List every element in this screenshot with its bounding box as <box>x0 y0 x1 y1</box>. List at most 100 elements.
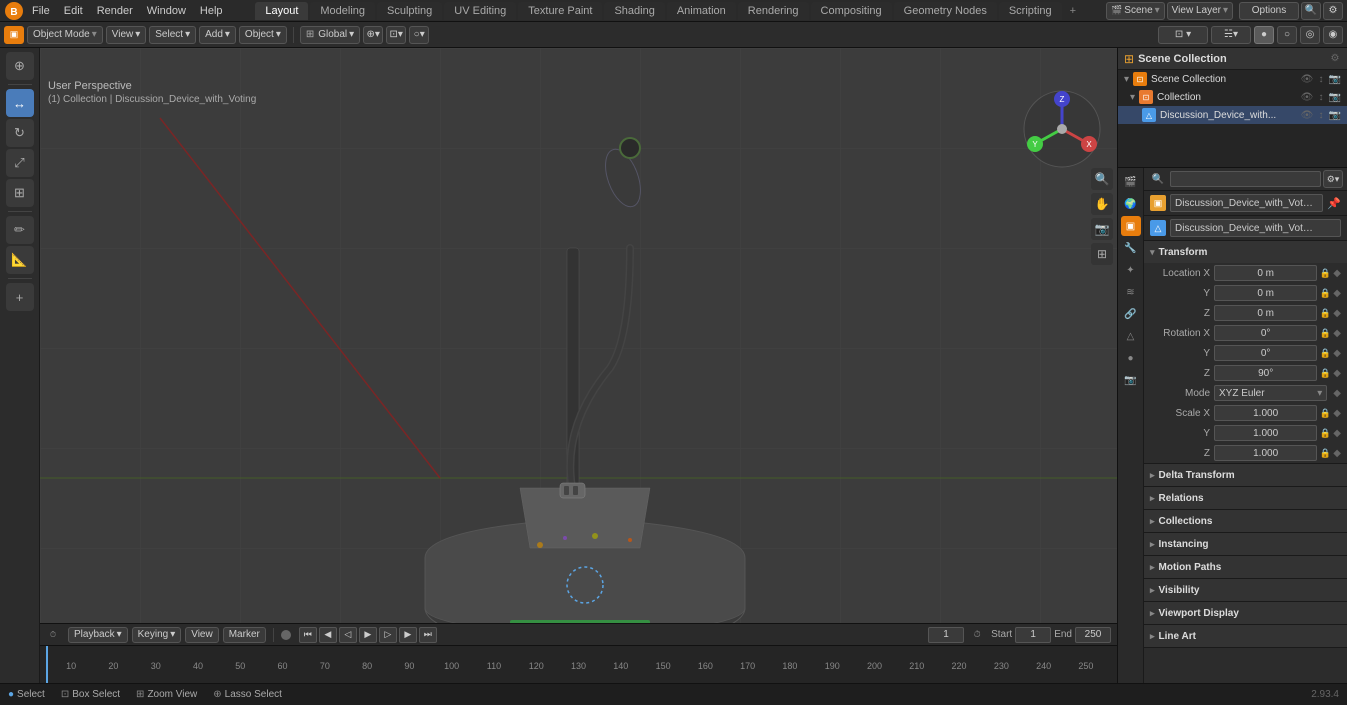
zoom-in-btn[interactable]: 🔍 <box>1091 168 1113 190</box>
tab-rendering[interactable]: Rendering <box>738 2 809 20</box>
lock-y-icon[interactable]: 🔒 <box>1319 287 1331 299</box>
menu-file[interactable]: File <box>26 3 56 19</box>
location-y-input[interactable]: 0 m <box>1214 285 1317 301</box>
visibility-icon-coll[interactable]: 👁 <box>1301 91 1313 103</box>
rotation-anim-x[interactable]: ◆ <box>1333 328 1341 339</box>
scale-tool[interactable]: ⤢ <box>6 149 34 177</box>
line-art-header[interactable]: ▸ Line Art <box>1144 625 1347 647</box>
search-icon-header[interactable]: 🔍 <box>1301 2 1321 20</box>
play-btn[interactable]: ▶ <box>359 627 377 643</box>
rotation-anim-z[interactable]: ◆ <box>1333 368 1341 379</box>
tab-compositing[interactable]: Compositing <box>811 2 892 20</box>
scale-anim-x[interactable]: ◆ <box>1333 408 1341 419</box>
tab-geometry-nodes[interactable]: Geometry Nodes <box>894 2 997 20</box>
visibility-icon[interactable]: 👁 <box>1301 73 1313 85</box>
scene-selector[interactable]: 🎬 Scene ▾ <box>1106 2 1165 20</box>
camera-view-btn[interactable]: 📷 <box>1091 218 1113 240</box>
transform-pivot[interactable]: ⊕▾ <box>363 26 383 44</box>
view-timeline-menu[interactable]: View <box>185 627 219 643</box>
instancing-header[interactable]: ▸ Instancing <box>1144 533 1347 555</box>
relations-header[interactable]: ▸ Relations <box>1144 487 1347 509</box>
options-btn[interactable]: Options <box>1239 2 1299 20</box>
props-tab-particles[interactable]: ✦ <box>1121 260 1141 280</box>
add-object-tool[interactable]: + <box>6 283 34 311</box>
snap-toggle[interactable]: ⊡▾ <box>386 26 406 44</box>
jump-to-start-btn[interactable]: ⏮ <box>299 627 317 643</box>
outliner-mesh-item[interactable]: △ Discussion_Device_with... 👁 ↕ 📷 <box>1118 106 1347 124</box>
cursor-tool[interactable]: ⊕ <box>6 52 34 80</box>
props-search-input[interactable] <box>1170 171 1321 187</box>
lock-x-icon[interactable]: 🔒 <box>1319 267 1331 279</box>
transform-orientation[interactable]: ⊞ Global ▾ <box>300 26 360 44</box>
animate-y-icon[interactable]: ◆ <box>1333 288 1341 299</box>
animate-x-icon[interactable]: ◆ <box>1333 268 1341 279</box>
start-frame-input[interactable]: 1 <box>1015 627 1051 643</box>
scale-lock-y[interactable]: 🔒 <box>1319 427 1331 439</box>
annotate-tool[interactable]: ✏ <box>6 216 34 244</box>
tab-layout[interactable]: Layout <box>255 2 308 20</box>
props-tab-data[interactable]: △ <box>1121 326 1141 346</box>
object-menu[interactable]: Object ▾ <box>239 26 287 44</box>
rotation-x-input[interactable]: 0° <box>1214 325 1317 341</box>
lock-z-icon[interactable]: 🔒 <box>1319 307 1331 319</box>
delta-transform-header[interactable]: ▸ Delta Transform <box>1144 464 1347 486</box>
tab-modeling[interactable]: Modeling <box>310 2 375 20</box>
proportional-edit[interactable]: ○▾ <box>409 26 429 44</box>
motion-paths-header[interactable]: ▸ Motion Paths <box>1144 556 1347 578</box>
tab-sculpting[interactable]: Sculpting <box>377 2 442 20</box>
3d-viewport[interactable]: User Perspective (1) Collection | Discus… <box>40 48 1117 623</box>
select-menu[interactable]: Select ▾ <box>149 26 196 44</box>
tab-uv-editing[interactable]: UV Editing <box>444 2 516 20</box>
scale-z-input[interactable]: 1.000 <box>1214 445 1317 461</box>
menu-window[interactable]: Window <box>141 3 192 19</box>
viewport-shading-solid[interactable]: ● <box>1254 26 1274 44</box>
marker-menu[interactable]: Marker <box>223 627 266 643</box>
outliner-scene-collection[interactable]: ▾ ⊡ Scene Collection 👁 ↕ 📷 <box>1118 70 1347 88</box>
pan-btn[interactable]: ✋ <box>1091 193 1113 215</box>
transform-header[interactable]: ▾ Transform <box>1144 241 1347 263</box>
view-menu[interactable]: View ▾ <box>106 26 147 44</box>
object-name-input[interactable]: Discussion_Device_with_Voting <box>1170 194 1323 212</box>
navigation-gizmo[interactable]: Z X Y <box>1017 84 1107 174</box>
props-tab-scene[interactable]: 🎬 <box>1121 172 1141 192</box>
render-icon-coll[interactable]: 📷 <box>1329 91 1341 103</box>
outliner-collection[interactable]: ▾ ⊡ Collection 👁 ↕ 📷 <box>1118 88 1347 106</box>
menu-edit[interactable]: Edit <box>58 3 89 19</box>
props-tab-object[interactable]: ▣ <box>1121 216 1141 236</box>
render-icon[interactable]: 📷 <box>1329 73 1341 85</box>
playhead[interactable] <box>46 646 48 683</box>
transform-tool[interactable]: ⊞ <box>6 179 34 207</box>
move-tool[interactable]: ↔ <box>6 89 34 117</box>
rotation-anim-y[interactable]: ◆ <box>1333 348 1341 359</box>
menu-render[interactable]: Render <box>91 3 139 19</box>
props-tab-material[interactable]: ● <box>1121 348 1141 368</box>
prev-keyframe-btn[interactable]: ◁ <box>339 627 357 643</box>
scale-anim-y[interactable]: ◆ <box>1333 428 1341 439</box>
render-icon-mesh[interactable]: 📷 <box>1329 109 1341 121</box>
menu-help[interactable]: Help <box>194 3 229 19</box>
props-tab-render[interactable]: 📷 <box>1121 370 1141 390</box>
rotation-lock-x[interactable]: 🔒 <box>1319 327 1331 339</box>
jump-to-end-btn[interactable]: ⏭ <box>419 627 437 643</box>
data-name-input[interactable]: Discussion_Device_with_Voting <box>1170 219 1341 237</box>
viewport-display-header[interactable]: ▸ Viewport Display <box>1144 602 1347 624</box>
tab-animation[interactable]: Animation <box>667 2 736 20</box>
rotation-y-input[interactable]: 0° <box>1214 345 1317 361</box>
timeline-ruler[interactable]: 10 20 30 40 50 60 70 80 90 100 110 120 1… <box>40 646 1117 683</box>
scale-x-input[interactable]: 1.000 <box>1214 405 1317 421</box>
visibility-header[interactable]: ▸ Visibility <box>1144 579 1347 601</box>
gizmo-options[interactable]: ☵▾ <box>1211 26 1251 44</box>
scale-lock-z[interactable]: 🔒 <box>1319 447 1331 459</box>
current-frame-input[interactable]: 1 <box>928 627 964 643</box>
props-tab-modifier[interactable]: 🔧 <box>1121 238 1141 258</box>
overlay-options[interactable]: ⊡ ▾ <box>1158 26 1208 44</box>
scale-lock-x[interactable]: 🔒 <box>1319 407 1331 419</box>
props-tab-constraints[interactable]: 🔗 <box>1121 304 1141 324</box>
tab-shading[interactable]: Shading <box>604 2 664 20</box>
props-tab-physics[interactable]: ≋ <box>1121 282 1141 302</box>
rotation-lock-y[interactable]: 🔒 <box>1319 347 1331 359</box>
scale-anim-z[interactable]: ◆ <box>1333 448 1341 459</box>
outliner-filter-icon[interactable]: ⚙ <box>1329 53 1341 65</box>
add-workspace-button[interactable]: + <box>1064 2 1082 20</box>
rotation-lock-z[interactable]: 🔒 <box>1319 367 1331 379</box>
